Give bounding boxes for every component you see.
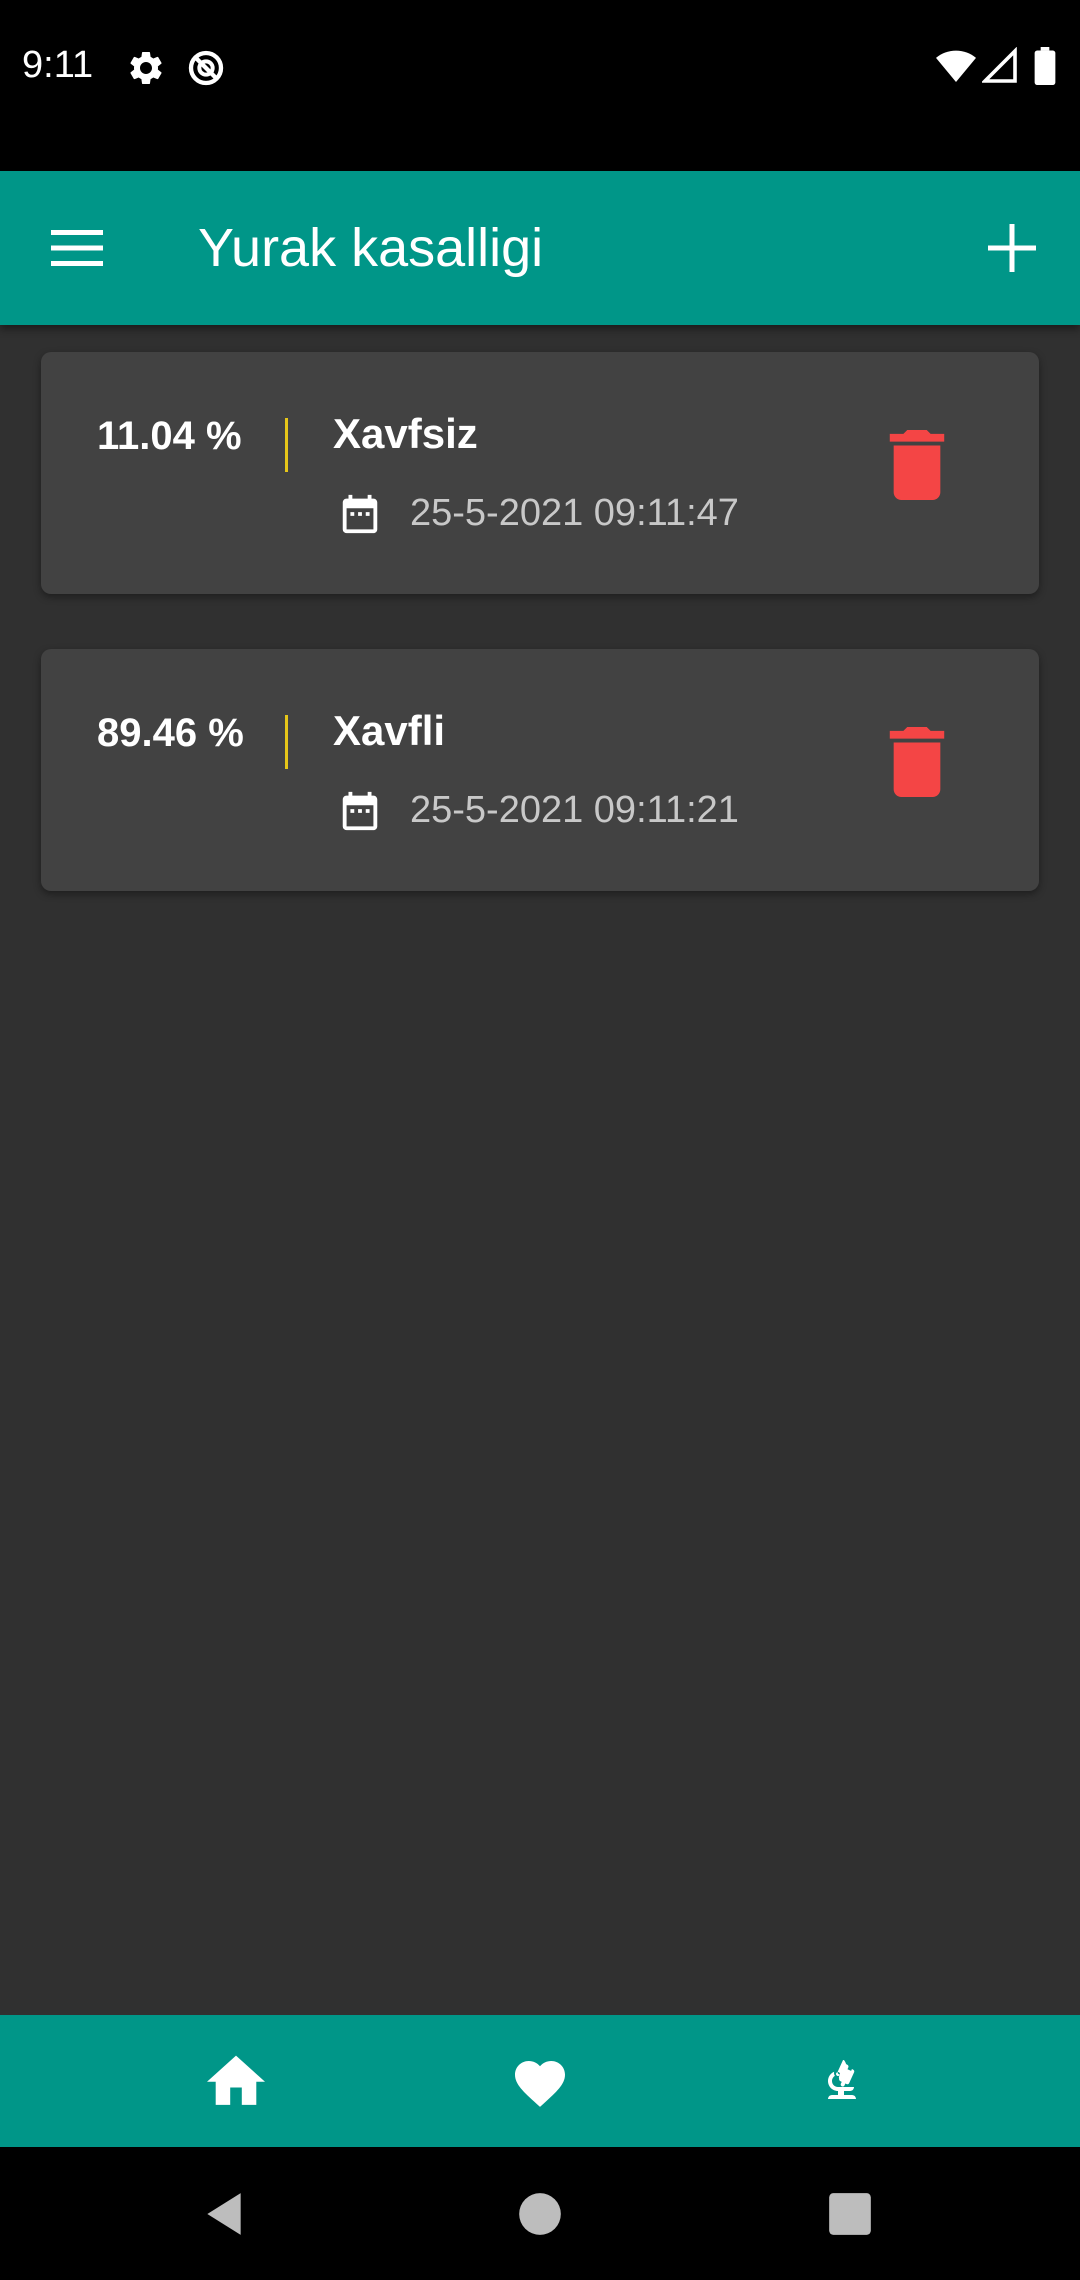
heart-icon [515,2061,565,2107]
record-date: 25-5-2021 09:11:21 [410,789,739,831]
delete-button[interactable] [887,430,947,500]
gear-icon [130,51,162,84]
record-status: Xavfsiz [333,410,478,457]
add-record-button[interactable] [975,211,1049,285]
record-card[interactable]: 11.04 % Xavfsiz 25-5-2021 09:11:47 [41,352,1039,594]
app-bar: Yurak kasalligi [0,171,1080,325]
nav-home[interactable] [196,2041,276,2121]
calendar-icon [342,791,378,831]
record-percent: 89.46 % [97,711,244,755]
record-divider [285,715,288,769]
record-card[interactable]: 89.46 % Xavfli 25-5-2021 09:11:21 [41,649,1039,891]
bottom-nav [0,2015,1080,2147]
page-title: Yurak kasalligi [198,218,544,278]
do-not-disturb-icon [188,50,224,86]
recents-icon[interactable] [825,2189,875,2239]
home-icon [207,2055,265,2105]
menu-button[interactable] [40,211,114,285]
record-divider [285,418,288,472]
wifi-icon [936,50,976,82]
record-percent: 11.04 % [97,414,242,458]
calendar-icon [342,494,378,534]
nav-heart[interactable] [500,2041,580,2121]
system-nav-bar [0,2147,1080,2280]
plus-icon [988,224,1036,272]
back-icon[interactable] [199,2189,249,2239]
status-bar: 9:11 [0,0,1080,171]
status-time: 9:11 [22,44,94,86]
home-circle-icon[interactable] [515,2189,565,2239]
nav-microscope[interactable] [802,2041,882,2121]
record-status: Xavfli [333,707,446,754]
microscope-icon [828,2059,856,2099]
battery-icon [1034,47,1056,85]
menu-icon [51,230,103,266]
signal-icon [982,47,1017,83]
record-date: 25-5-2021 09:11:47 [410,492,739,534]
delete-button[interactable] [887,727,947,797]
